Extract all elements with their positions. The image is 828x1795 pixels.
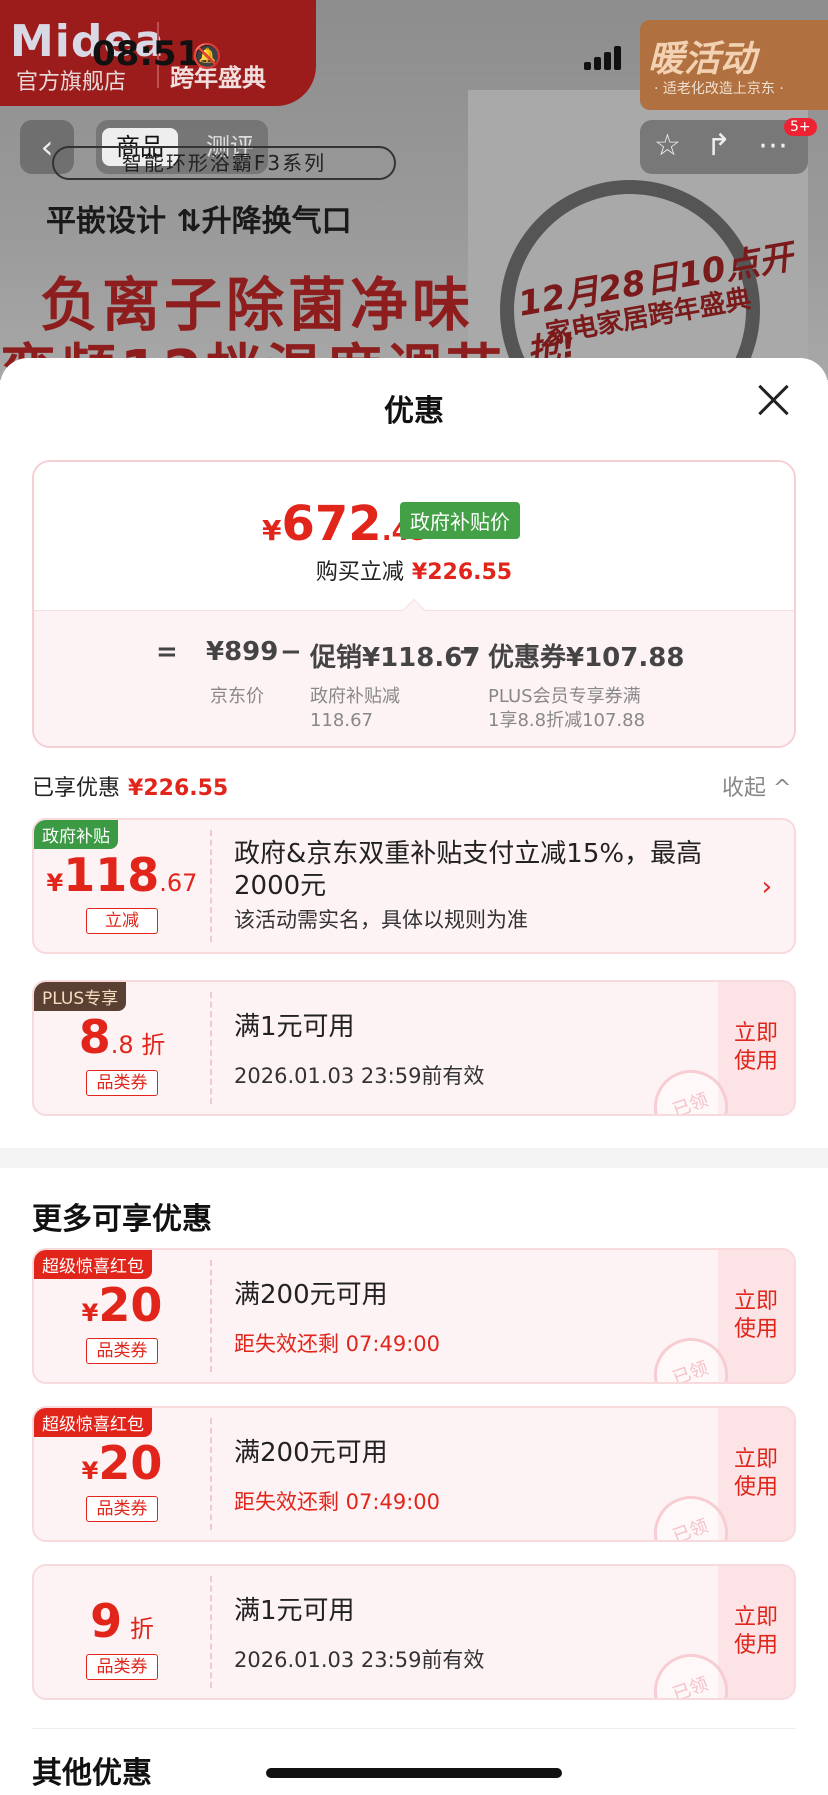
formula-promo: 促销¥118.67 [310, 643, 481, 673]
coupon-discount-9[interactable]: 9 折 品类券 满1元可用 2026.01.03 23:59前有效 已领 立即 … [32, 1564, 796, 1700]
coupon-amount-integer: 118 [63, 848, 160, 902]
coupon-main-text: 满200元可用 [234, 1438, 388, 1468]
coupon-countdown: 距失效还剩 07:49:00 [234, 1490, 440, 1514]
coupon-amount-integer: 20 [98, 1278, 163, 1332]
discount-sheet: 优惠 ¥672.45 政府补贴价 购买立减¥226.55 = ¥899 − 促销… [0, 358, 828, 1795]
section-gap [0, 1148, 828, 1168]
coupon-amount: 8.8 折 [34, 1010, 210, 1064]
top-actions: ☆ ↱ ⋯ [640, 120, 808, 174]
price-breakdown: = ¥899 − 促销¥118.67 − 优惠券¥107.88 京东价 政府补贴… [34, 610, 794, 746]
coupon-kind: 立减 [86, 908, 158, 934]
coupon-divider [210, 1576, 212, 1688]
coupon-red-packet[interactable]: 超级惊喜红包 ¥20 品类券 满200元可用 距失效还剩 07:49:00 已领… [32, 1406, 796, 1542]
message-count-badge: 5+ [784, 118, 817, 136]
coupon-divider [210, 830, 212, 942]
coupon-amount-symbol: ¥ [81, 1457, 99, 1485]
final-price-integer: 672 [281, 496, 382, 552]
gov-subsidy-price-tag: 政府补贴价 [400, 502, 520, 539]
coupon-amount-symbol: ¥ [81, 1299, 99, 1327]
coupon-tag: 超级惊喜红包 [34, 1250, 152, 1279]
coupon-amount-unit: 折 [122, 1615, 154, 1643]
price-summary-card: ¥672.45 政府补贴价 购买立减¥226.55 = ¥899 − 促销¥11… [32, 460, 796, 748]
section-divider [32, 1728, 796, 1729]
coupon-tag: 政府补贴 [34, 820, 118, 849]
coupon-amount: ¥118.67 [34, 848, 210, 902]
coupon-red-packet[interactable]: 超级惊喜红包 ¥20 品类券 满200元可用 距失效还剩 07:49:00 已领… [32, 1248, 796, 1384]
use-now-button[interactable]: 立即 使用 [730, 1288, 782, 1344]
star-icon[interactable]: ☆ [654, 128, 681, 163]
coupon-divider [210, 1260, 212, 1372]
share-icon[interactable]: ↱ [706, 128, 731, 163]
coupon-plus-exclusive[interactable]: PLUS专享 8.8 折 品类券 满1元可用 2026.01.03 23:59前… [32, 980, 796, 1116]
instant-cut-value: ¥226.55 [411, 560, 513, 585]
coupon-main-text: 政府&京东双重补贴支付立减15%，最高 2000元 [234, 839, 703, 901]
coupon-amount-integer: 8 [78, 1010, 111, 1064]
mute-bell-icon: 🔕 [192, 42, 222, 70]
product-page-background: Midea 官方旗舰店 跨年盛典 08:51 🔕 ∞ 99 暖活动 · 适老化改… [0, 0, 828, 380]
coupon-amount-decimal: .67 [159, 869, 198, 897]
enjoyed-label: 已享优惠 [32, 776, 121, 801]
coupon-kind: 品类券 [86, 1496, 158, 1522]
coupon-kind: 品类券 [86, 1338, 158, 1364]
coupon-tag: 超级惊喜红包 [34, 1408, 152, 1437]
home-indicator[interactable] [266, 1768, 562, 1778]
formula-promo-label: 政府补贴减 118.67 [310, 686, 400, 731]
instant-cut-label: 购买立减 [315, 560, 404, 585]
cellular-signal-icon [584, 44, 624, 70]
coupon-main-text: 满200元可用 [234, 1280, 388, 1310]
formula-minus-2: − [458, 637, 480, 667]
enjoyed-value: ¥226.55 [128, 776, 229, 801]
formula-jd-price: ¥899 [206, 637, 279, 667]
instant-cut: 购买立减 ¥226.55 [34, 554, 794, 586]
feature-text: 平嵌设计 ⇅升降换气口 [46, 204, 352, 239]
use-now-button[interactable]: 立即 使用 [730, 1446, 782, 1502]
price-summary-top: ¥672.45 政府补贴价 购买立减¥226.55 [34, 462, 794, 610]
coupon-divider [210, 992, 212, 1104]
coupon-sub-text: 该活动需实名，具体以规则为准 [234, 908, 528, 932]
coupon-kind: 品类券 [86, 1654, 158, 1680]
coupon-amount-symbol: ¥ [46, 869, 64, 897]
use-now-button[interactable]: 立即 使用 [730, 1020, 782, 1076]
coupon-amount-integer: 20 [98, 1436, 163, 1490]
sheet-title: 优惠 [384, 394, 444, 429]
collapse-button[interactable]: 收起 ^ [722, 770, 791, 802]
coupon-amount: 9 折 [34, 1594, 210, 1648]
formula-equals: = [156, 637, 178, 667]
formula-coupon-label: PLUS会员专享券满 1享8.8折减107.88 [488, 686, 646, 731]
formula-minus-1: − [280, 637, 302, 667]
coupon-amount-integer: 9 [90, 1594, 123, 1648]
coupon-amount: ¥20 [34, 1436, 210, 1490]
more-section-title: 更多可享优惠 [32, 1202, 212, 1237]
other-section-title: 其他优惠 [32, 1756, 152, 1791]
final-price-symbol: ¥ [262, 514, 282, 547]
coupon-sub-text: 2026.01.03 23:59前有效 [234, 1064, 485, 1088]
coupon-divider [210, 1418, 212, 1530]
coupon-kind: 品类券 [86, 1070, 158, 1096]
coupon-gov-subsidy[interactable]: 政府补贴 ¥118.67 立减 政府&京东双重补贴支付立减15%，最高 2000… [32, 818, 796, 954]
series-label: 智能环形浴霸F3系列 [52, 146, 396, 180]
coupon-main-text: 满1元可用 [234, 1596, 355, 1626]
coupon-countdown: 距失效还剩 07:49:00 [234, 1332, 440, 1356]
coupon-amount: ¥20 [34, 1278, 210, 1332]
coupon-amount-decimal: .8 折 [110, 1031, 166, 1059]
formula-coupon: 优惠券¥107.88 [488, 643, 685, 673]
enjoyed-discount: 已享优惠 ¥226.55 [32, 770, 228, 802]
promo-subtitle: · 适老化改造上京东 · [654, 81, 784, 97]
coupon-main-text: 满1元可用 [234, 1012, 355, 1042]
use-now-button[interactable]: 立即 使用 [730, 1604, 782, 1660]
coupon-sub-text: 2026.01.03 23:59前有效 [234, 1648, 485, 1672]
status-time: 08:51 [92, 34, 201, 74]
chevron-right-icon[interactable]: › [762, 872, 772, 902]
promo-title: 暖活动 [648, 39, 757, 80]
coupon-tag: PLUS专享 [34, 982, 127, 1011]
more-icon[interactable]: ⋯ [758, 128, 788, 163]
formula-jd-label: 京东价 [210, 686, 264, 707]
close-icon[interactable] [756, 382, 792, 418]
